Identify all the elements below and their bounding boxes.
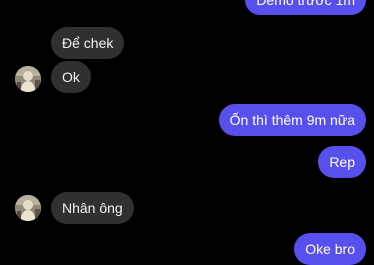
contact-avatar[interactable]: [15, 195, 41, 221]
message-bubble-incoming[interactable]: Nhân ông: [51, 192, 134, 224]
message-bubble-outgoing[interactable]: Ốn thì thêm 9m nữa: [218, 104, 366, 136]
message-bubble-outgoing[interactable]: Rep: [318, 146, 366, 178]
contact-avatar[interactable]: [15, 66, 41, 92]
message-bubble-outgoing[interactable]: Oke bro: [294, 233, 366, 265]
message-bubble-incoming[interactable]: Ok: [51, 61, 91, 93]
avatar-image: [15, 195, 41, 221]
avatar-image: [15, 66, 41, 92]
messenger-chat-screen: { "colors": { "background": "#000000", "…: [0, 0, 374, 265]
message-bubble-outgoing[interactable]: Demo trước 1m: [245, 0, 366, 15]
message-bubble-incoming[interactable]: Để chek: [51, 27, 125, 59]
